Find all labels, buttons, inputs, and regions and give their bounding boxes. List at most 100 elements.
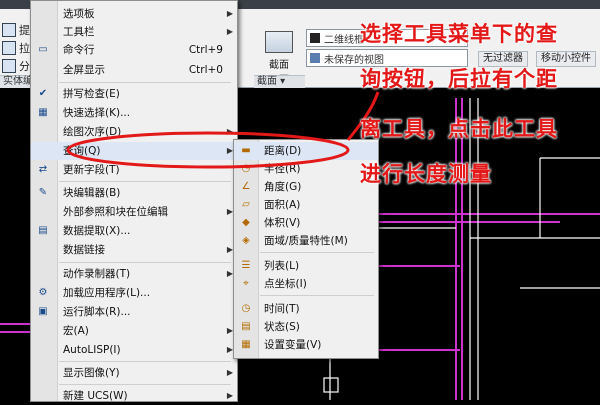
- submenu-item-label: 体积(V): [264, 217, 301, 229]
- submenu-item-label: 点坐标(I): [264, 278, 307, 290]
- wireframe-swatch-icon: [310, 33, 320, 43]
- clock-icon: ◷: [241, 303, 251, 314]
- menu-item-autolisp[interactable]: AutoLISP(I) ▶: [31, 341, 237, 359]
- submenu-separator: [260, 295, 374, 296]
- menu-separator: [59, 361, 231, 362]
- menu-item-label: 块编辑器(B): [63, 187, 121, 199]
- id-point-icon: ⌖: [243, 278, 249, 289]
- menu-item-data-links[interactable]: 数据链接 ▶: [31, 241, 237, 259]
- radius-icon: ◔: [241, 163, 251, 174]
- menu-item-label: 命令行: [63, 44, 95, 56]
- menu-item-new-ucs[interactable]: 新建 UCS(W) ▶: [31, 387, 237, 405]
- annotation-line-1: 选择工具菜单下的查: [360, 22, 558, 46]
- menu-item-label: 数据提取(X)...: [63, 225, 131, 237]
- section-plane-label-1: 截面: [269, 60, 289, 71]
- menu-item-xref-inplace-edit[interactable]: 外部参照和块在位编辑 ▶: [31, 203, 237, 221]
- command-line-icon: ▭: [38, 44, 48, 55]
- submenu-item-mass-properties[interactable]: ◈ 面域/质量特性(M): [234, 232, 378, 250]
- spell-check-icon: ✔: [38, 88, 48, 99]
- menu-item-palettes[interactable]: 选项板 ▶: [31, 5, 237, 23]
- menu-item-label: 绘图次序(D): [63, 126, 122, 138]
- menu-item-shortcut: Ctrl+0: [188, 64, 223, 76]
- annotation-line-2: 询按钮，后拉有个距: [360, 67, 558, 91]
- tools-menu: 选项板 ▶ 工具栏 ▶ ▭ 命令行 Ctrl+9 全屏显示 Ctrl+0 ✔ 拼…: [30, 0, 238, 402]
- menu-item-toolbars[interactable]: 工具栏 ▶: [31, 23, 237, 41]
- section-plane-button[interactable]: 截面 平面: [258, 29, 300, 86]
- submenu-item-distance[interactable]: ▬ 距离(D): [234, 142, 378, 160]
- set-variable-icon: ▦: [241, 339, 251, 350]
- status-icon: ▤: [241, 321, 251, 332]
- menu-separator: [59, 82, 231, 83]
- menu-item-label: 工具栏: [63, 26, 95, 38]
- menu-item-shortcut: Ctrl+9: [188, 44, 223, 56]
- submenu-arrow-icon: ▶: [226, 27, 233, 36]
- area-icon: ▱: [242, 199, 250, 210]
- menu-item-label: 选项板: [63, 8, 95, 20]
- menu-item-update-fields[interactable]: ⇄ 更新字段(T): [31, 161, 237, 179]
- menu-separator: [59, 384, 231, 385]
- submenu-arrow-icon: ▶: [226, 391, 233, 400]
- submenu-arrow-icon: ▶: [226, 9, 233, 18]
- submenu-separator: [260, 252, 374, 253]
- annotation-line-3: 离工具，点击此工具: [360, 117, 558, 141]
- menu-item-command-line[interactable]: ▭ 命令行 Ctrl+9: [31, 41, 237, 59]
- menu-item-label: 快速选择(K)...: [63, 107, 131, 119]
- view-icon: [310, 53, 320, 63]
- submenu-arrow-icon: ▶: [226, 368, 233, 377]
- menu-item-label: 显示图像(Y): [63, 367, 120, 379]
- menu-item-macro[interactable]: 宏(A) ▶: [31, 322, 237, 340]
- menu-item-action-recorder[interactable]: 动作录制器(T) ▶: [31, 265, 237, 283]
- menu-item-label: AutoLISP(I): [63, 344, 121, 356]
- menu-item-draw-order[interactable]: 绘图次序(D) ▶: [31, 123, 237, 141]
- menu-item-label: 更新字段(T): [63, 164, 120, 176]
- menu-item-label: 宏(A): [63, 325, 89, 337]
- submenu-item-status[interactable]: ▤ 状态(S): [234, 318, 378, 336]
- menu-item-label: 加载应用程序(L)...: [63, 287, 151, 299]
- submenu-item-list[interactable]: ☰ 列表(L): [234, 257, 378, 275]
- submenu-item-id-point[interactable]: ⌖ 点坐标(I): [234, 275, 378, 293]
- angle-icon: ∠: [241, 181, 251, 192]
- menu-item-label: 新建 UCS(W): [63, 390, 128, 402]
- submenu-item-label: 时间(T): [264, 303, 300, 315]
- submenu-item-radius[interactable]: ◔ 半径(R): [234, 160, 378, 178]
- section-plane-icon: [265, 31, 293, 53]
- menu-item-run-script[interactable]: ▣ 运行脚本(R)...: [31, 303, 237, 321]
- submenu-item-label: 距离(D): [264, 145, 302, 157]
- annotation-line-4: 进行长度测量: [360, 162, 492, 186]
- submenu-item-angle[interactable]: ∠ 角度(G): [234, 178, 378, 196]
- submenu-item-label: 列表(L): [264, 260, 300, 272]
- submenu-item-volume[interactable]: ◆ 体积(V): [234, 214, 378, 232]
- menu-item-quick-select[interactable]: ▦ 快速选择(K)...: [31, 104, 237, 122]
- menu-item-data-extraction[interactable]: ▤ 数据提取(X)...: [31, 222, 237, 240]
- quick-select-icon: ▦: [38, 107, 48, 118]
- menu-item-label: 数据链接: [63, 244, 105, 256]
- load-application-icon: ⚙: [38, 287, 48, 298]
- menu-item-load-application[interactable]: ⚙ 加载应用程序(L)...: [31, 284, 237, 302]
- panel-label-section[interactable]: 截面 ▾: [254, 75, 305, 88]
- menu-item-inquiry[interactable]: 查询(Q) ▶: [31, 142, 237, 160]
- extract-icon: [2, 23, 16, 37]
- menu-item-block-editor[interactable]: ✎ 块编辑器(B): [31, 184, 237, 202]
- list-icon: ☰: [241, 260, 251, 271]
- menu-separator: [59, 181, 231, 182]
- submenu-item-label: 面积(A): [264, 199, 301, 211]
- mass-properties-icon: ◈: [242, 235, 250, 246]
- menu-item-fullscreen[interactable]: 全屏显示 Ctrl+0: [31, 61, 237, 79]
- menu-item-label: 运行脚本(R)...: [63, 306, 131, 318]
- menu-item-label: 全屏显示: [63, 64, 105, 76]
- submenu-item-time[interactable]: ◷ 时间(T): [234, 300, 378, 318]
- inquiry-submenu: ▬ 距离(D) ◔ 半径(R) ∠ 角度(G) ▱ 面积(A) ◆ 体积(V) …: [233, 139, 379, 359]
- menu-item-display-image[interactable]: 显示图像(Y) ▶: [31, 364, 237, 382]
- menu-item-label: 动作录制器(T): [63, 268, 131, 280]
- block-editor-icon: ✎: [38, 187, 48, 198]
- extrude-icon: [2, 41, 16, 55]
- distance-icon: ▬: [241, 145, 251, 156]
- submenu-item-label: 角度(G): [264, 181, 302, 193]
- submenu-item-label: 面域/质量特性(M): [264, 235, 348, 247]
- submenu-item-label: 半径(R): [264, 163, 301, 175]
- submenu-item-set-variable[interactable]: ▦ 设置变量(V): [234, 336, 378, 354]
- submenu-item-label: 状态(S): [264, 321, 300, 333]
- submenu-item-area[interactable]: ▱ 面积(A): [234, 196, 378, 214]
- update-fields-icon: ⇄: [38, 164, 48, 175]
- menu-item-spell-check[interactable]: ✔ 拼写检查(E): [31, 85, 237, 103]
